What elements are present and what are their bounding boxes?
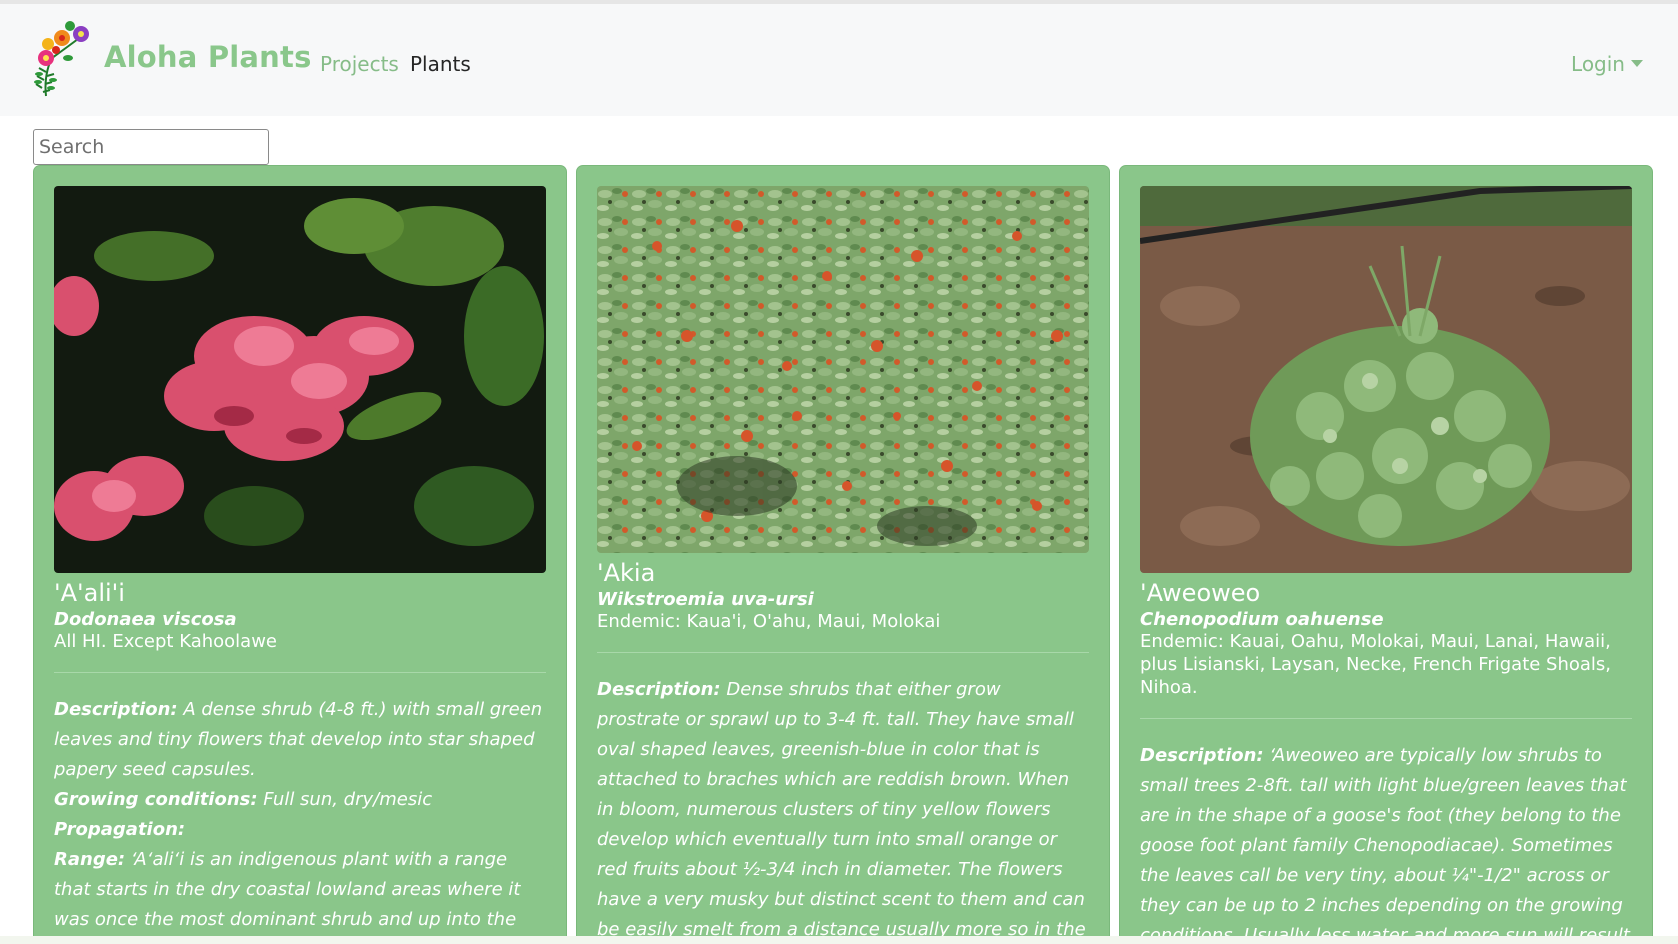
login-dropdown[interactable]: Login: [1571, 52, 1643, 76]
plant-common-name[interactable]: 'Akia: [597, 558, 1089, 588]
plant-photo-aweoweo[interactable]: [1140, 186, 1632, 573]
plant-card: 'A'ali'i Dodonaea viscosa All HI. Except…: [33, 165, 567, 944]
nav-projects-link[interactable]: Projects: [320, 52, 399, 76]
plant-photo-aalii[interactable]: [54, 186, 546, 573]
description-text: ʻAweoweo are typically low shrubs to sma…: [1140, 745, 1630, 944]
plant-common-name[interactable]: 'A'ali'i: [54, 578, 546, 608]
description-label: Description:: [1140, 745, 1264, 766]
plant-scientific-name: Dodonaea viscosa: [54, 609, 237, 630]
divider: [597, 652, 1089, 653]
plant-range-summary: Endemic: Kaua'i, O'ahu, Maui, Molokai: [597, 611, 941, 632]
divider: [54, 672, 546, 673]
plant-scientific-name: Chenopodium oahuense: [1140, 609, 1384, 630]
plant-common-name[interactable]: 'Aweoweo: [1140, 578, 1632, 608]
window-bottom-edge: [0, 936, 1678, 944]
search-input[interactable]: [33, 129, 269, 165]
brand-name[interactable]: Aloha Plants: [104, 40, 312, 74]
plant-card: 'Akia Wikstroemia uva-ursi Endemic: Kaua…: [576, 165, 1110, 944]
plant-scientific-name: Wikstroemia uva-ursi: [597, 589, 814, 610]
divider: [1140, 718, 1632, 719]
plant-info: 'A'ali'i Dodonaea viscosa All HI. Except…: [54, 578, 546, 943]
navbar: Aloha Plants Projects Plants Login: [0, 4, 1678, 116]
nav-plants-link[interactable]: Plants: [410, 52, 471, 76]
description-label: Description:: [54, 699, 178, 720]
plant-description: Description: A dense shrub (4-8 ft.) wit…: [54, 695, 546, 943]
plant-info: 'Aweoweo Chenopodium oahuense Endemic: K…: [1140, 578, 1632, 944]
plant-range-summary: Endemic: Kauai, Oahu, Molokai, Maui, Lan…: [1140, 631, 1612, 698]
caret-down-icon: [1631, 60, 1643, 67]
growing-text: Full sun, dry/mesic: [257, 789, 433, 810]
plant-description: Description: Dense shrubs that either gr…: [597, 675, 1089, 943]
description-label: Description:: [597, 679, 721, 700]
plant-info: 'Akia Wikstroemia uva-ursi Endemic: Kaua…: [597, 558, 1089, 943]
plant-photo-akia[interactable]: [597, 186, 1089, 553]
plant-description: Description: ʻAweoweo are typically low …: [1140, 741, 1632, 944]
range-label: Range:: [54, 849, 126, 870]
propagation-label: Propagation:: [54, 819, 186, 840]
description-text: Dense shrubs that either grow prostrate …: [597, 679, 1086, 940]
plant-range-summary: All HI. Except Kahoolawe: [54, 631, 277, 652]
plant-card: 'Aweoweo Chenopodium oahuense Endemic: K…: [1119, 165, 1653, 944]
login-label: Login: [1571, 52, 1625, 76]
hibiscus-logo-icon[interactable]: [32, 18, 96, 100]
growing-label: Growing conditions:: [54, 789, 258, 810]
